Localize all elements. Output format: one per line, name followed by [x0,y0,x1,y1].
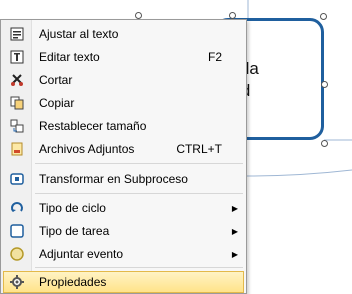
menu-item-label: Adjuntar evento [39,247,124,261]
menu-item-reset-size[interactable]: Restablecer tamaño [3,115,244,137]
resize-handle-top-right[interactable] [320,13,327,20]
copy-icon [9,95,25,111]
menu-item-label: Propiedades [39,275,107,289]
menu-item-attachments[interactable]: Archivos Adjuntos CTRL+T [3,138,244,160]
menu-item-label: Tipo de ciclo [39,201,106,215]
menu-item-edit-text[interactable]: Editar texto F2 [3,46,244,68]
loop-icon [9,200,25,216]
attachment-icon [9,141,25,157]
menu-item-properties[interactable]: Propiedades [3,271,244,293]
menu-item-attach-event[interactable]: Adjuntar evento ▶ [3,243,244,265]
submenu-arrow-icon: ▶ [231,226,238,236]
submenu-arrow-icon: ▶ [231,203,238,213]
menu-item-fit-to-text[interactable]: Ajustar al texto [3,23,244,45]
resize-handle-top-middle[interactable] [229,12,236,19]
submenu-arrow-icon: ▶ [231,249,238,259]
scissors-icon [9,72,25,88]
menu-separator [35,193,243,194]
resize-handle-top-left[interactable] [135,12,142,19]
menu-item-copy[interactable]: Copiar [3,92,244,114]
edit-text-icon [9,49,25,65]
menu-item-label: Archivos Adjuntos [39,142,135,156]
menu-item-task-type[interactable]: Tipo de tarea ▶ [3,220,244,242]
gear-icon [9,274,25,290]
menu-item-label: Tipo de tarea [39,224,110,238]
menu-item-cut[interactable]: Cortar [3,69,244,91]
menu-item-shortcut: F2 [207,50,222,64]
context-menu: Ajustar al texto Editar texto F2 Cortar … [0,19,247,294]
subprocess-icon [9,171,25,187]
fit-to-text-icon [9,26,25,42]
menu-item-label: Restablecer tamaño [39,119,147,133]
menu-item-shortcut: CTRL+T [176,142,222,156]
menu-item-label: Copiar [39,96,75,110]
menu-item-label: Editar texto [39,50,100,64]
task-type-icon [9,223,25,239]
resize-handle-bottom-right[interactable] [321,140,328,147]
menu-separator [35,163,243,164]
menu-item-transform-subprocess[interactable]: Transformar en Subproceso [3,168,244,190]
reset-size-icon [9,118,25,134]
menu-item-loop-type[interactable]: Tipo de ciclo ▶ [3,197,244,219]
menu-item-label: Cortar [39,73,73,87]
menu-item-label: Ajustar al texto [39,27,119,41]
menu-item-label: Transformar en Subproceso [39,172,188,186]
event-icon [9,246,25,262]
menu-separator [35,267,243,268]
resize-handle-right-middle[interactable] [321,81,328,88]
